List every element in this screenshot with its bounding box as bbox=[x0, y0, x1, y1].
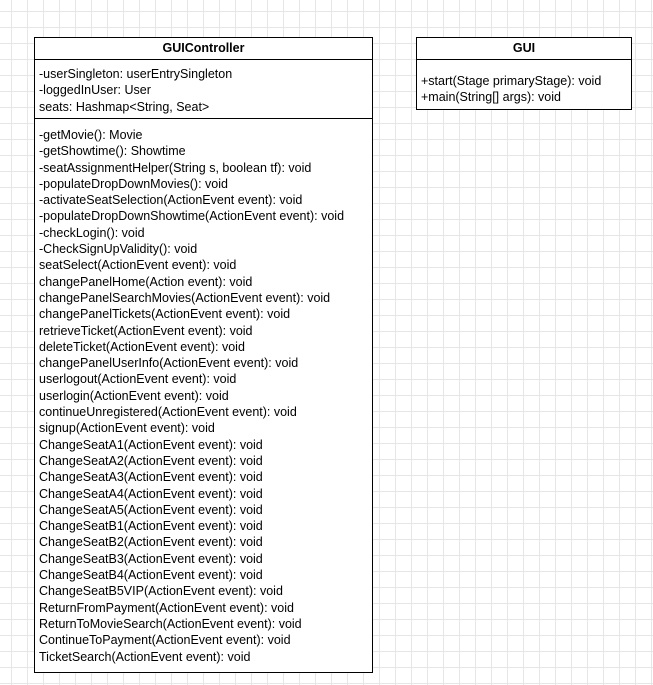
operation: ChangeSeatA4(ActionEvent event): void bbox=[39, 486, 263, 501]
operation: userlogout(ActionEvent event): void bbox=[39, 372, 237, 387]
attribute: -userSingleton: userEntrySingleton bbox=[39, 67, 233, 81]
operation: TicketSearch(ActionEvent event): void bbox=[39, 649, 251, 664]
operation: changePanelSearchMovies(ActionEvent even… bbox=[39, 290, 331, 305]
operation: changePanelTickets(ActionEvent event): v… bbox=[39, 307, 291, 322]
operations-section: +start(Stage primaryStage): void +main(S… bbox=[417, 60, 631, 108]
operation: changePanelUserInfo(ActionEvent event): … bbox=[39, 356, 299, 371]
operation: -getMovie(): Movie bbox=[39, 128, 143, 142]
operation: -CheckSignUpValidity(): void bbox=[39, 242, 198, 257]
attribute: seats: Hashmap<String, Seat> bbox=[39, 99, 210, 114]
operation: ChangeSeatB1(ActionEvent event): void bbox=[39, 519, 263, 534]
class-box-gui[interactable]: GUI +start(Stage primaryStage): void +ma… bbox=[416, 37, 632, 110]
operation: -seatAssignmentHelper(String s, boolean … bbox=[39, 160, 312, 175]
class-box-guicontroller[interactable]: GUIController -userSingleton: userEntryS… bbox=[34, 37, 373, 673]
operation: +main(String[] args): void bbox=[421, 90, 561, 105]
operation: continueUnregistered(ActionEvent event):… bbox=[39, 405, 297, 420]
attributes-section: -userSingleton: userEntrySingleton -logg… bbox=[35, 60, 372, 118]
operations-section: -getMovie(): Movie -getShowtime(): Showt… bbox=[35, 118, 372, 667]
operation: -getShowtime(): Showtime bbox=[39, 144, 186, 159]
operation: retrieveTicket(ActionEvent event): void bbox=[39, 323, 253, 338]
operation: +start(Stage primaryStage): void bbox=[421, 74, 602, 88]
attribute: -loggedInUser: User bbox=[39, 83, 151, 98]
operation: ChangeSeatA5(ActionEvent event): void bbox=[39, 502, 263, 517]
operation: signup(ActionEvent event): void bbox=[39, 421, 215, 436]
operation: ChangeSeatA3(ActionEvent event): void bbox=[39, 470, 263, 485]
operation: ContinueToPayment(ActionEvent event): vo… bbox=[39, 633, 291, 648]
operation: changePanelHome(Action event): void bbox=[39, 274, 253, 289]
operation: ReturnFromPayment(ActionEvent event): vo… bbox=[39, 600, 294, 615]
operation: -populateDropDownShowtime(ActionEvent ev… bbox=[39, 209, 345, 224]
operation: ReturnToMovieSearch(ActionEvent event): … bbox=[39, 616, 302, 631]
operation: deleteTicket(ActionEvent event): void bbox=[39, 339, 245, 354]
operation: -checkLogin(): void bbox=[39, 225, 145, 240]
class-title: GUIController bbox=[35, 38, 372, 60]
operation: userlogin(ActionEvent event): void bbox=[39, 388, 229, 403]
operation: -populateDropDownMovies(): void bbox=[39, 176, 228, 191]
operation: ChangeSeatB3(ActionEvent event): void bbox=[39, 551, 263, 566]
class-title: GUI bbox=[417, 38, 631, 60]
operation: seatSelect(ActionEvent event): void bbox=[39, 258, 237, 273]
operation: ChangeSeatA1(ActionEvent event): void bbox=[39, 437, 263, 452]
operation: ChangeSeatB2(ActionEvent event): void bbox=[39, 535, 263, 550]
operation: ChangeSeatB5VIP(ActionEvent event): void bbox=[39, 584, 283, 599]
operation: ChangeSeatA2(ActionEvent event): void bbox=[39, 453, 263, 468]
operation: ChangeSeatB4(ActionEvent event): void bbox=[39, 568, 263, 583]
operation: -activateSeatSelection(ActionEvent event… bbox=[39, 193, 303, 208]
